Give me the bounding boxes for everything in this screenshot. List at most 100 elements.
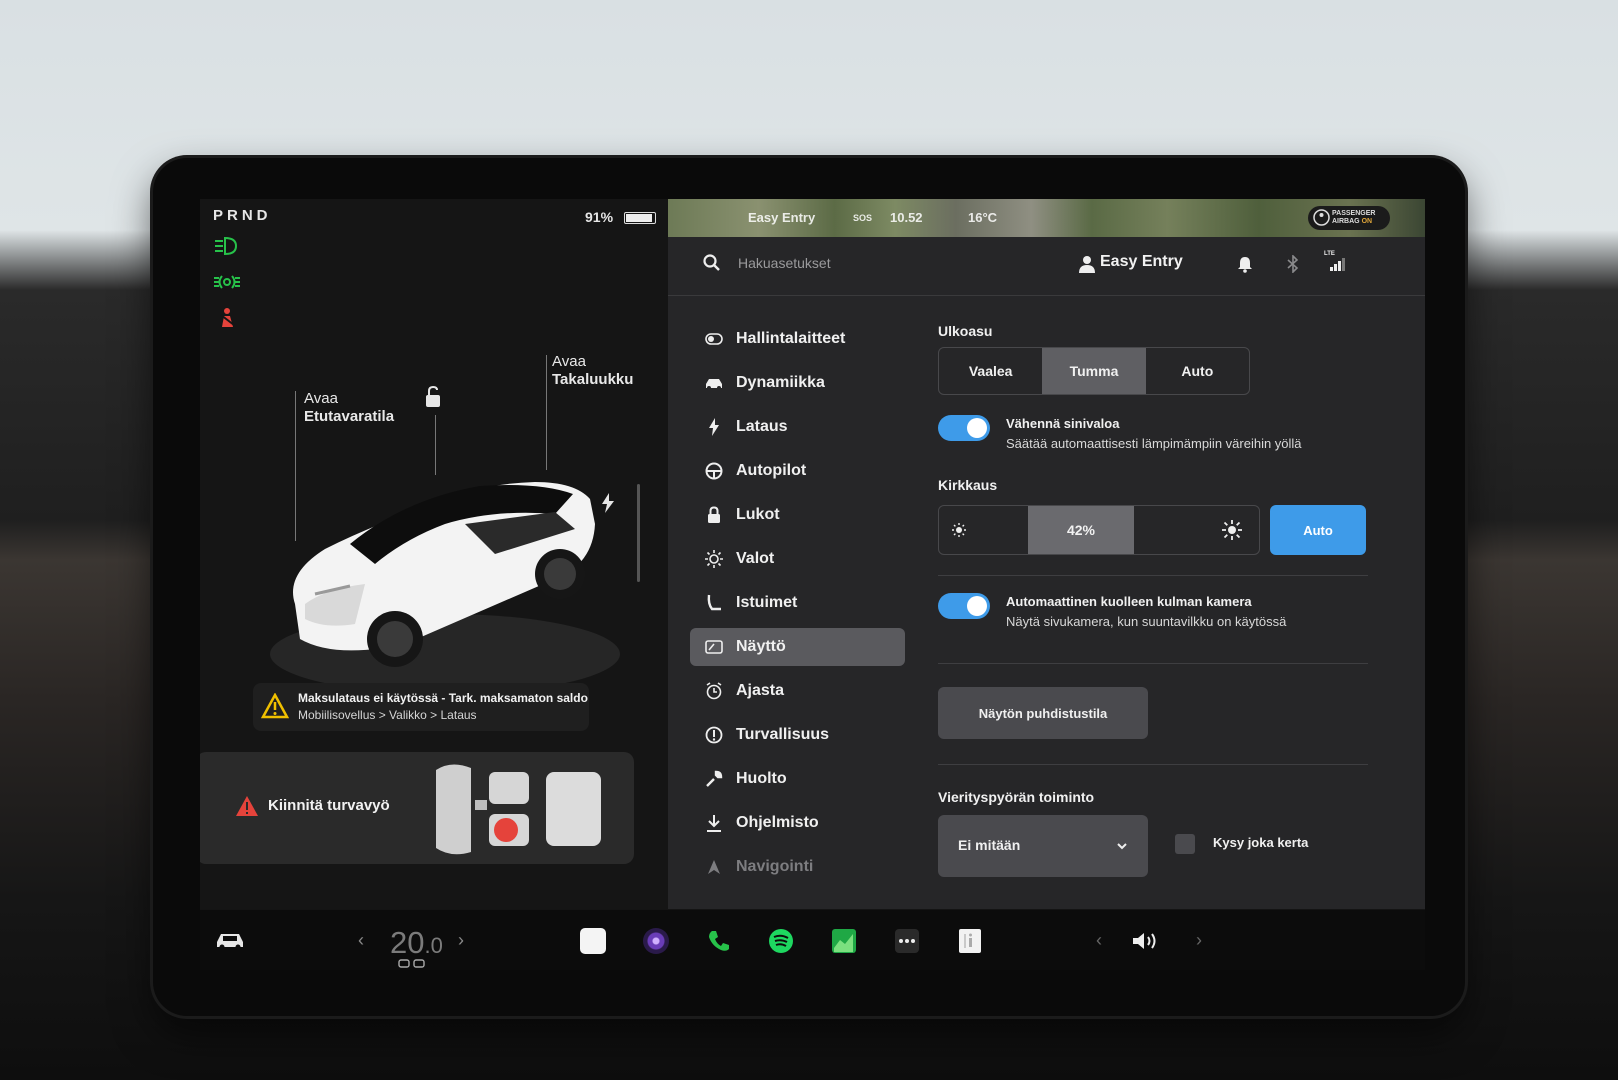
menu-item-software[interactable]: Ohjelmisto [690, 801, 905, 845]
energy-app-icon[interactable] [831, 928, 857, 954]
temperature-integer: 20 [390, 925, 425, 960]
alert-triangle-icon [236, 796, 258, 816]
ask-every-time-checkbox[interactable] [1175, 834, 1195, 854]
settings-panel: Easy Entry SOS 10.52 16°C PASSENGER AIRB… [668, 199, 1425, 909]
camera-app-icon[interactable] [643, 928, 669, 954]
appearance-selector: Vaalea Tumma Auto [938, 347, 1250, 395]
search-icon[interactable] [702, 253, 722, 273]
bolt-icon [704, 417, 724, 437]
unlock-icon[interactable] [422, 385, 444, 409]
parking-lights-icon [214, 275, 240, 289]
menu-label: Lukot [736, 506, 780, 523]
clock-time: 10.52 [890, 210, 923, 225]
seatbelt-alert-text: Kiinnitä turvavyö [268, 797, 390, 814]
menu-label: Ohjelmisto [736, 814, 819, 831]
appearance-option-light[interactable]: Vaalea [939, 348, 1042, 394]
mini-map-strip[interactable]: Easy Entry SOS 10.52 16°C PASSENGER AIRB… [668, 199, 1425, 237]
volume-icon[interactable] [1131, 930, 1163, 952]
divider [938, 764, 1368, 765]
menu-item-lights[interactable]: Valot [690, 537, 905, 581]
menu-item-display[interactable]: Näyttö [690, 628, 905, 666]
blue-light-subtitle: Säätää automaattisesti lämpimämpiin väre… [1006, 436, 1302, 451]
seatbelt-alert-panel[interactable]: Kiinnitä turvavyö [200, 752, 634, 864]
menu-item-schedule[interactable]: Ajasta [690, 669, 905, 713]
menu-label: Huolto [736, 770, 787, 787]
scroll-wheel-label: Vierityspyörän toiminto [938, 789, 1095, 805]
blue-light-toggle[interactable] [938, 415, 990, 441]
spotify-app-icon[interactable] [768, 928, 794, 954]
blind-spot-camera-toggle[interactable] [938, 593, 990, 619]
front-trunk-callout[interactable]: Avaa Etutavaratila [304, 390, 394, 426]
profile-icon[interactable] [1078, 255, 1096, 273]
search-input[interactable]: Hakuasetukset [738, 255, 831, 271]
rear-trunk-leader-line [546, 355, 547, 470]
menu-item-dynamics[interactable]: Dynamiikka [690, 361, 905, 405]
menu-item-safety[interactable]: Turvallisuus [690, 713, 905, 757]
more-apps-icon[interactable] [894, 928, 920, 954]
menu-label: Hallintalaitteet [736, 330, 846, 347]
alarm-clock-icon [704, 681, 724, 701]
bluetooth-icon[interactable] [1284, 255, 1302, 273]
front-trunk-line2: Etutavaratila [304, 408, 395, 425]
paid-charging-alert[interactable]: Maksulataus ei käytössä - Tark. maksamat… [253, 683, 589, 731]
front-trunk-line1: Avaa [304, 390, 338, 407]
seat-icon [704, 593, 724, 613]
menu-label: Istuimet [736, 594, 798, 611]
menu-item-service[interactable]: Huolto [690, 757, 905, 801]
scroll-wheel-dropdown[interactable]: Ei mitään [938, 815, 1148, 877]
screen-clean-mode-button[interactable]: Näytön puhdistustila [938, 687, 1148, 739]
notification-bell-icon[interactable] [1236, 255, 1254, 273]
rear-trunk-callout[interactable]: Avaa Takaluukku [552, 353, 633, 389]
menu-label: Lataus [736, 418, 788, 435]
car-status-panel: PRND 91% Avaa Etutavaratila Avaa Takaluu… [200, 199, 668, 909]
temperature-up-button[interactable]: › [458, 930, 464, 951]
download-icon [704, 813, 724, 833]
seatbelt-warning-icon [220, 308, 235, 327]
scroll-indicator [637, 484, 640, 582]
lock-icon [704, 505, 724, 525]
menu-item-charging[interactable]: Lataus [690, 405, 905, 449]
sun-icon [704, 549, 724, 569]
menu-item-controls[interactable]: Hallintalaitteet [690, 317, 905, 361]
settings-header: Hakuasetukset Easy Entry LTE [668, 237, 1425, 296]
menu-label: Ajasta [736, 682, 785, 699]
airbag-line1: PASSENGER [1332, 210, 1376, 217]
blind-spot-subtitle: Näytä sivukamera, kun suuntavilkku on kä… [1006, 614, 1287, 629]
driver-profile-name[interactable]: Easy Entry [1100, 253, 1183, 271]
gear-selector[interactable]: PRND [213, 207, 272, 224]
display-icon [704, 637, 724, 657]
battery-percent: 91% [585, 209, 614, 225]
appearance-option-dark[interactable]: Tumma [1042, 348, 1146, 394]
alert-title: Maksulataus ei käytössä - Tark. maksamat… [298, 691, 588, 705]
brightness-auto-button[interactable]: Auto [1270, 505, 1366, 555]
menu-label: Turvallisuus [736, 726, 830, 743]
menu-item-autopilot[interactable]: Autopilot [690, 449, 905, 493]
seat-heater-icon[interactable] [398, 959, 426, 968]
map-profile-name: Easy Entry [748, 210, 816, 225]
wrench-icon [704, 769, 724, 789]
notes-app-icon[interactable] [580, 928, 606, 954]
car-controls-icon[interactable] [214, 930, 246, 950]
divider [938, 663, 1368, 664]
blue-light-title: Vähennä sinivaloa [1006, 416, 1120, 431]
brightness-value[interactable]: 42% [1028, 506, 1134, 554]
info-circle-icon [704, 725, 724, 745]
airbag-icon [1313, 209, 1330, 226]
phone-app-icon[interactable] [706, 928, 732, 954]
bottom-dock: ‹ 20.0 › ‹ › [200, 910, 1425, 970]
menu-item-navigation[interactable]: Navigointi [690, 845, 905, 889]
appearance-option-auto[interactable]: Auto [1146, 348, 1249, 394]
volume-down-button[interactable]: ‹ [1096, 930, 1102, 951]
temperature-down-button[interactable]: ‹ [358, 930, 364, 951]
navigation-arrow-icon [704, 857, 724, 877]
airbag-line2: AIRBAG [1332, 218, 1360, 225]
sos-label: SOS [853, 213, 873, 223]
touchscreen: PRND 91% Avaa Etutavaratila Avaa Takaluu… [200, 199, 1425, 910]
manual-app-icon[interactable] [957, 928, 983, 954]
menu-item-locks[interactable]: Lukot [690, 493, 905, 537]
cabin-temperature[interactable]: 20.0 [390, 925, 443, 961]
brightness-slider[interactable]: 42% [938, 505, 1260, 555]
divider [938, 575, 1368, 576]
menu-item-seats[interactable]: Istuimet [690, 581, 905, 625]
volume-up-button[interactable]: › [1196, 930, 1202, 951]
